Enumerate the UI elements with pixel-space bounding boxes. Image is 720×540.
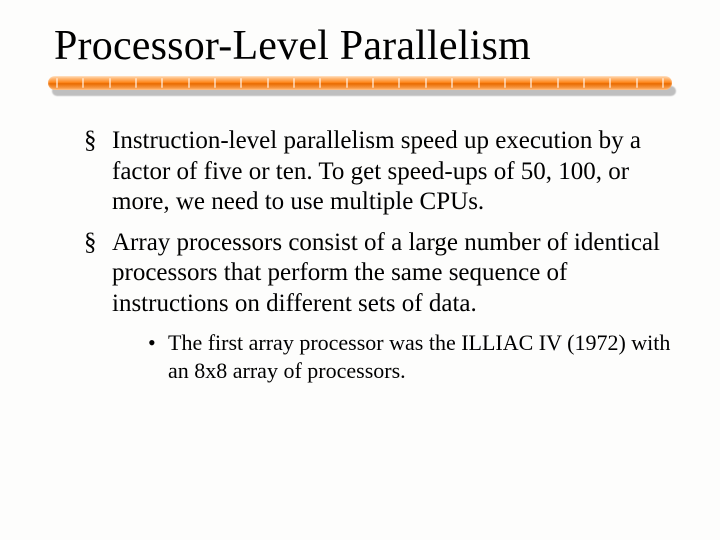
bullet-list: Instruction-level parallelism speed up e… [84,126,672,384]
bullet-text: Array processors consist of a large numb… [112,229,660,317]
bullet-item: Instruction-level parallelism speed up e… [84,126,672,218]
title-divider [48,76,672,98]
bullet-item: Array processors consist of a large numb… [84,228,672,385]
sub-bullet-item: The first array processor was the ILLIAC… [148,329,672,384]
bullet-text: Instruction-level parallelism speed up e… [112,127,641,215]
sub-bullet-text: The first array processor was the ILLIAC… [168,330,670,383]
slide: Processor-Level Parallelism Instruction-… [0,0,720,540]
slide-title: Processor-Level Parallelism [54,22,672,70]
sub-bullet-list: The first array processor was the ILLIAC… [148,329,672,384]
